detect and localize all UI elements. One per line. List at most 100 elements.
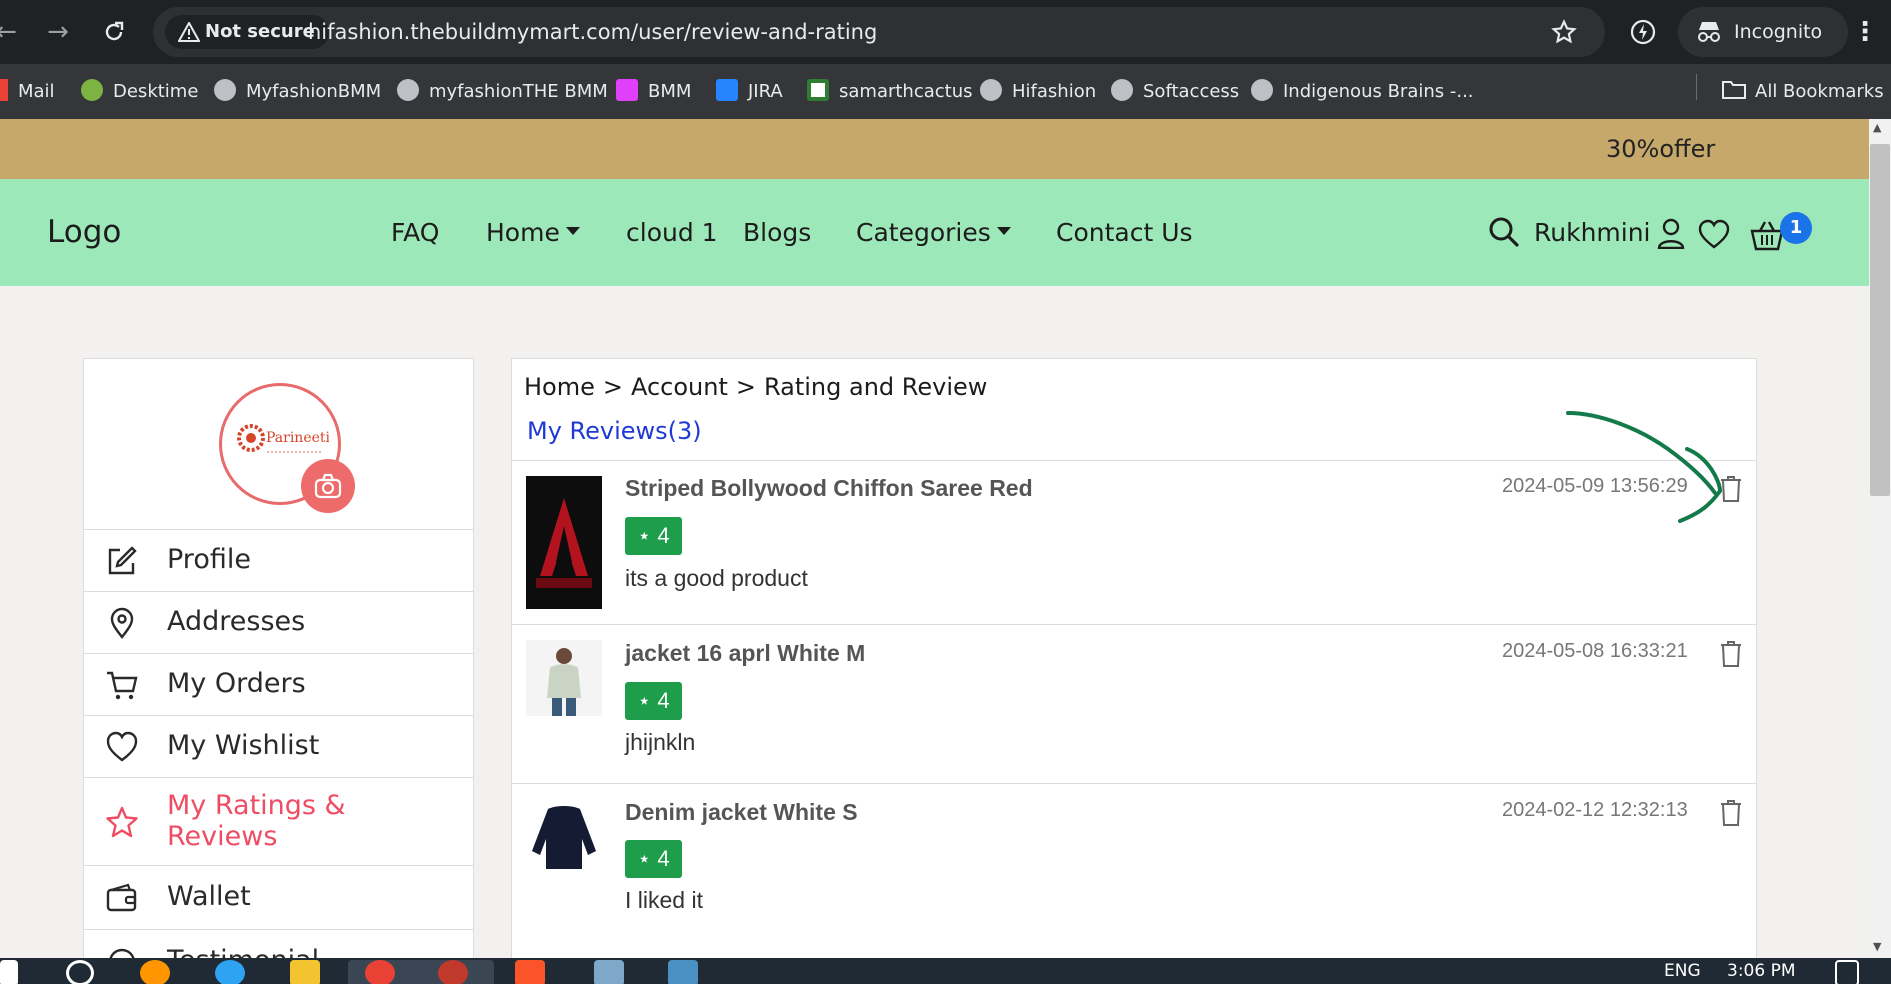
- breadcrumb-separator: >: [735, 373, 756, 401]
- nav-blogs[interactable]: Blogs: [743, 179, 811, 286]
- bookmark-myfashion-the-bmm[interactable]: myfashionTHE BMM: [397, 64, 608, 119]
- incognito-label: Incognito: [1734, 21, 1823, 43]
- back-arrow-icon[interactable]: ←: [0, 14, 24, 50]
- sidebar-item-label: My Orders: [167, 668, 306, 699]
- offer-bar: 30%offer: [0, 119, 1869, 179]
- forward-arrow-icon[interactable]: →: [40, 14, 76, 50]
- scroll-up-icon[interactable]: ▲: [1873, 121, 1881, 134]
- nav-home[interactable]: Home: [486, 179, 580, 286]
- sidebar-item-label: My Wishlist: [167, 730, 320, 761]
- sidebar-item-label: Profile: [167, 544, 251, 575]
- caret-down-icon: [565, 227, 580, 235]
- security-label: Not secure: [205, 21, 315, 42]
- review-text: I liked it: [625, 887, 703, 913]
- review-product-title[interactable]: jacket 16 aprl White M: [625, 640, 865, 667]
- firefox-icon[interactable]: [140, 960, 170, 984]
- bookmark-myfashionbmm[interactable]: MyfashionBMM: [214, 64, 381, 119]
- search-icon[interactable]: [1488, 216, 1520, 248]
- sidebar-item-my-wishlist[interactable]: My Wishlist: [84, 715, 473, 777]
- bookmark-softaccess[interactable]: Softaccess: [1111, 64, 1239, 119]
- map-pin-icon: [110, 607, 134, 639]
- folder-icon: [1722, 81, 1746, 99]
- performance-icon[interactable]: [1628, 17, 1658, 47]
- desktime-icon: [81, 79, 103, 101]
- bookmark-jira[interactable]: JIRA: [716, 64, 783, 119]
- reload-icon[interactable]: [96, 14, 132, 50]
- globe-icon: [397, 79, 419, 101]
- language-indicator[interactable]: ENG: [1664, 961, 1701, 981]
- heart-icon: [106, 731, 138, 762]
- site-logo[interactable]: Logo: [47, 179, 121, 286]
- cactus-icon: [807, 79, 829, 101]
- review-text: its a good product: [625, 565, 808, 591]
- brave-icon[interactable]: [515, 960, 545, 984]
- account-sidebar: Parineeti Profile Addresses My Orders My…: [83, 358, 474, 958]
- bookmark-bmm[interactable]: BMM: [616, 64, 691, 119]
- windows-start-icon[interactable]: [0, 960, 18, 984]
- breadcrumb-home[interactable]: Home: [524, 373, 595, 401]
- review-text: jhijnkln: [625, 729, 696, 755]
- globe-icon: [214, 79, 236, 101]
- camera-icon: [314, 473, 342, 499]
- bookmark-mail[interactable]: Mail: [0, 64, 55, 119]
- sidebar-item-profile[interactable]: Profile: [84, 529, 473, 591]
- file-explorer-icon[interactable]: [290, 960, 320, 984]
- bookmark-separator: [1696, 74, 1697, 100]
- globe-icon: [980, 79, 1002, 101]
- offer-text[interactable]: 30%offer: [1606, 119, 1715, 179]
- wishlist-heart-icon[interactable]: [1698, 219, 1730, 251]
- testimonial-icon: [109, 948, 135, 958]
- breadcrumb: Home > Account > Rating and Review: [524, 373, 987, 401]
- change-avatar-button[interactable]: [301, 459, 355, 513]
- nav-faq[interactable]: FAQ: [391, 179, 439, 286]
- notifications-icon[interactable]: [1835, 960, 1859, 984]
- nav-contact-us[interactable]: Contact Us: [1056, 179, 1193, 286]
- product-thumbnail: [526, 476, 602, 609]
- edit-icon: [108, 546, 137, 575]
- bookmark-star-icon[interactable]: [1551, 19, 1577, 45]
- notepad-icon[interactable]: [594, 960, 624, 984]
- all-bookmarks[interactable]: All Bookmarks: [1721, 64, 1884, 119]
- product-thumbnail: [526, 799, 602, 875]
- nav-categories[interactable]: Categories: [856, 179, 1011, 286]
- calculator-icon[interactable]: [668, 960, 698, 984]
- scrollbar-thumb[interactable]: [1870, 144, 1890, 496]
- sidebar-item-testimonial[interactable]: Testimonial: [84, 929, 473, 958]
- security-chip[interactable]: Not secure: [165, 15, 329, 49]
- rating-badge: ⋆ 4: [625, 682, 682, 720]
- browser-menu-icon[interactable]: ⋮: [1852, 14, 1878, 50]
- incognito-icon: [1698, 22, 1720, 42]
- clock[interactable]: 3:06 PM: [1727, 961, 1796, 981]
- taskbar-search-icon[interactable]: [66, 960, 94, 984]
- edge-icon[interactable]: [215, 960, 245, 984]
- user-name[interactable]: Rukhmini: [1534, 179, 1651, 286]
- scroll-down-icon[interactable]: ▼: [1873, 940, 1881, 953]
- review-date: 2024-05-08 16:33:21: [1502, 640, 1688, 662]
- review-product-title[interactable]: Denim jacket White S: [625, 799, 858, 826]
- breadcrumb-separator: >: [602, 373, 623, 401]
- site-header: Logo FAQ Home cloud 1 Blogs Categories C…: [0, 179, 1869, 286]
- bookmark-samarthcactus[interactable]: samarthcactus: [807, 64, 973, 119]
- url-text[interactable]: hifashion.thebuildmymart.com/user/review…: [308, 7, 877, 57]
- trash-icon[interactable]: [1719, 640, 1743, 668]
- address-bar[interactable]: Not secure hifashion.thebuildmymart.com/…: [153, 7, 1605, 57]
- cart-icon: [107, 671, 138, 700]
- bookmarks-bar: Mail Desktime MyfashionBMM myfashionTHE …: [0, 64, 1891, 119]
- bookmark-desktime[interactable]: Desktime: [81, 64, 198, 119]
- sidebar-item-my-orders[interactable]: My Orders: [84, 653, 473, 715]
- cart-basket-icon[interactable]: [1750, 219, 1784, 251]
- globe-icon: [1251, 79, 1273, 101]
- review-product-title[interactable]: Striped Bollywood Chiffon Saree Red: [625, 475, 1033, 502]
- trash-icon[interactable]: [1719, 799, 1743, 827]
- jira-icon: [716, 79, 738, 101]
- sidebar-item-addresses[interactable]: Addresses: [84, 591, 473, 653]
- bookmark-hifashion[interactable]: Hifashion: [980, 64, 1096, 119]
- user-icon[interactable]: [1655, 217, 1687, 249]
- incognito-chip[interactable]: Incognito: [1678, 7, 1848, 57]
- sidebar-item-wallet[interactable]: Wallet: [84, 865, 473, 929]
- bookmark-indigenous-brains[interactable]: Indigenous Brains -...: [1251, 64, 1474, 119]
- sidebar-item-my-ratings-reviews[interactable]: My Ratings & Reviews: [84, 777, 473, 865]
- breadcrumb-account[interactable]: Account: [631, 373, 728, 401]
- nav-cloud-1[interactable]: cloud 1: [626, 179, 718, 286]
- opera-icon[interactable]: [438, 960, 468, 984]
